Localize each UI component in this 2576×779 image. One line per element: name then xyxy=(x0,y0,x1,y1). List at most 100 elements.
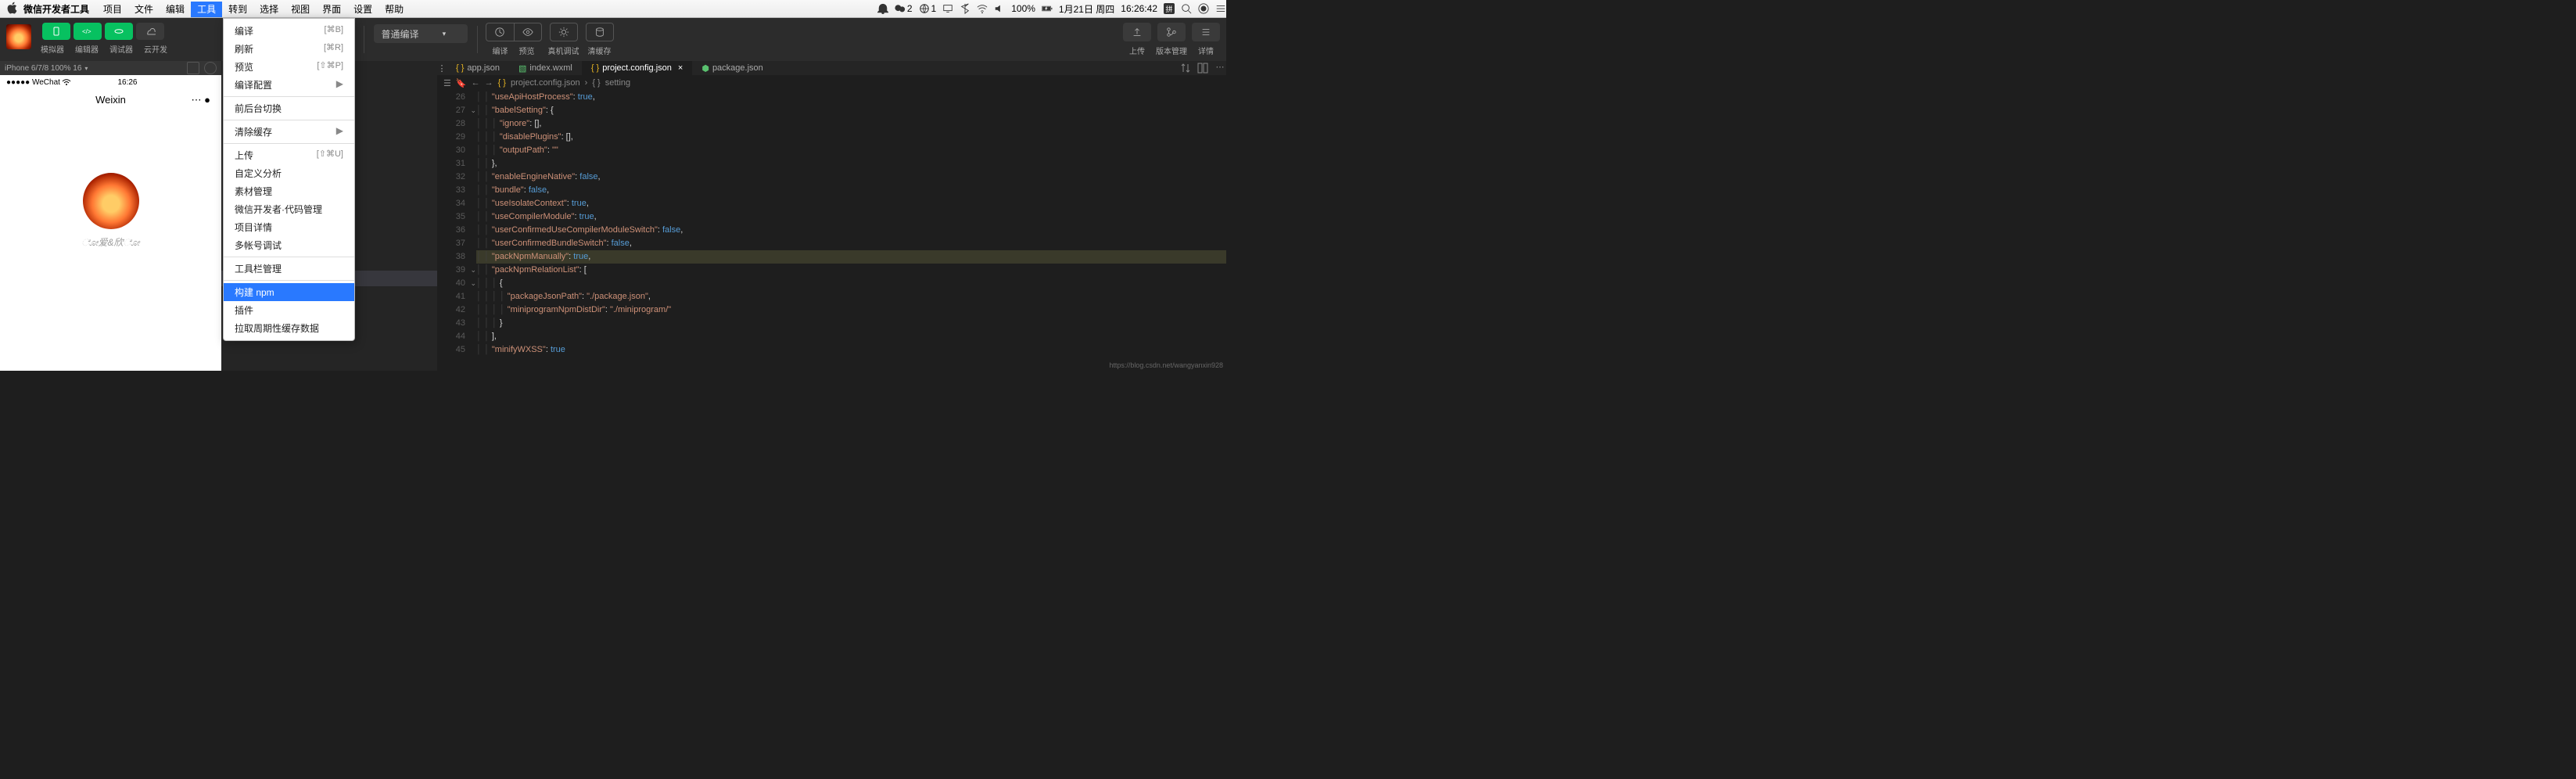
bc-icon-list[interactable]: ☰ xyxy=(443,78,451,88)
code-editor: ⋮ { }app.json ▧index.wxml { }project.con… xyxy=(437,61,1226,371)
menu-视图[interactable]: 视图 xyxy=(285,2,316,17)
menu-item-清除缓存[interactable]: 清除缓存▶ xyxy=(224,123,354,141)
version-button[interactable] xyxy=(1157,23,1186,41)
menu-item-构建 npm[interactable]: 构建 npm xyxy=(224,283,354,301)
device-selector[interactable]: iPhone 6/7/8 100% 16 xyxy=(5,64,81,73)
user-avatar[interactable] xyxy=(6,24,31,49)
clear-cache-button[interactable] xyxy=(586,23,614,41)
compile-button[interactable] xyxy=(486,23,514,41)
simulator-panel: iPhone 6/7/8 100% 16▾ ●●●●● WeChat 16:26… xyxy=(0,61,221,371)
menu-item-刷新[interactable]: 刷新[⌘R] xyxy=(224,40,354,58)
tab-index-wxml[interactable]: ▧index.wxml xyxy=(509,61,582,75)
tagline: ೋ爱&欣ೋ xyxy=(0,235,221,249)
tab-project-config[interactable]: { }project.config.json× xyxy=(582,61,693,75)
sim-tool-icon-2[interactable] xyxy=(204,62,217,74)
menu-item-插件[interactable]: 插件 xyxy=(224,301,354,319)
tab-package-json[interactable]: ⬢package.json xyxy=(692,61,772,75)
notification-bell-icon[interactable] xyxy=(877,3,888,14)
globe-indicator[interactable]: 1 xyxy=(919,3,937,14)
apple-logo-icon[interactable] xyxy=(6,2,19,16)
bc-icon-bookmark[interactable]: 🔖 xyxy=(456,78,467,88)
menu-选择[interactable]: 选择 xyxy=(253,2,285,17)
menu-item-工具栏管理[interactable]: 工具栏管理 xyxy=(224,260,354,278)
clear-cache-label: 清缓存 xyxy=(588,45,612,56)
menu-界面[interactable]: 界面 xyxy=(316,2,347,17)
capsule-button[interactable]: ⋯ ● xyxy=(192,94,210,106)
tools-dropdown: 编译[⌘B]刷新[⌘R]预览[⇧⌘P]编译配置▶ 前后台切换清除缓存▶ 上传[⇧⌘U… xyxy=(223,18,355,341)
menubar: 微信开发者工具 项目文件编辑工具转到选择视图界面设置帮助 2 1 100% 1月… xyxy=(0,0,1226,18)
simulator-toggle[interactable] xyxy=(42,23,70,40)
sim-time: 16:26 xyxy=(117,78,137,87)
menu-转到[interactable]: 转到 xyxy=(222,2,253,17)
menu-item-多帐号调试[interactable]: 多帐号调试 xyxy=(224,236,354,254)
profile-avatar xyxy=(83,173,139,229)
simulator-label: 模拟器 xyxy=(41,43,64,55)
cloud-dev-toggle[interactable] xyxy=(136,23,164,40)
svg-text:</>: </> xyxy=(82,28,91,35)
volume-icon[interactable] xyxy=(994,3,1005,14)
battery-label: 100% xyxy=(1011,3,1035,14)
compare-icon[interactable] xyxy=(1179,62,1192,74)
menu-编辑[interactable]: 编辑 xyxy=(160,2,191,17)
menu-设置[interactable]: 设置 xyxy=(347,2,379,17)
menu-item-前后台切换[interactable]: 前后台切换 xyxy=(224,99,354,117)
tab-menu-icon[interactable]: ⋮ xyxy=(437,63,447,74)
wifi-icon[interactable] xyxy=(977,3,988,14)
crumb-file[interactable]: project.config.json xyxy=(511,78,580,88)
app-name[interactable]: 微信开发者工具 xyxy=(23,2,89,16)
menu-item-预览[interactable]: 预览[⇧⌘P] xyxy=(224,58,354,76)
debugger-label: 调试器 xyxy=(109,43,133,55)
menu-item-编译[interactable]: 编译[⌘B] xyxy=(224,22,354,40)
bluetooth-icon[interactable] xyxy=(960,3,970,14)
menu-item-自定义分析[interactable]: 自定义分析 xyxy=(224,164,354,182)
tab-app-json[interactable]: { }app.json xyxy=(447,61,509,75)
bc-back[interactable]: ← xyxy=(472,78,480,88)
crumb-path[interactable]: setting xyxy=(605,78,630,88)
editor-label: 编辑器 xyxy=(75,43,99,55)
split-icon[interactable] xyxy=(1197,62,1209,74)
upload-label: 上传 xyxy=(1129,45,1145,56)
menu-文件[interactable]: 文件 xyxy=(128,2,160,17)
menu-item-上传[interactable]: 上传[⇧⌘U] xyxy=(224,146,354,164)
menu-list-icon[interactable] xyxy=(1215,3,1226,14)
version-label: 版本管理 xyxy=(1156,45,1187,56)
menu-item-项目详情[interactable]: 项目详情 xyxy=(224,218,354,236)
menu-工具[interactable]: 工具 xyxy=(191,2,222,17)
menu-item-编译配置[interactable]: 编译配置▶ xyxy=(224,76,354,94)
preview-label: 预览 xyxy=(519,45,535,56)
carrier-label: ●●●●● WeChat xyxy=(6,78,60,87)
remote-debug-label: 真机调试 xyxy=(548,45,579,56)
page-title: Weixin xyxy=(95,94,126,106)
cloud-label: 云开发 xyxy=(144,43,167,55)
siri-icon[interactable] xyxy=(1198,3,1209,14)
menu-item-拉取周期性缓存数据[interactable]: 拉取周期性缓存数据 xyxy=(224,319,354,337)
menu-item-微信开发者·代码管理[interactable]: 微信开发者·代码管理 xyxy=(224,200,354,218)
display-icon[interactable] xyxy=(942,3,953,14)
bc-fwd[interactable]: → xyxy=(485,78,493,88)
code-area[interactable]: │ │ "useApiHostProcess": true,│ │ "babel… xyxy=(476,91,1226,371)
close-icon[interactable]: × xyxy=(678,63,683,73)
menu-item-素材管理[interactable]: 素材管理 xyxy=(224,182,354,200)
compile-mode-select[interactable]: 普通编译 xyxy=(374,24,468,43)
sim-tool-icon-1[interactable] xyxy=(187,62,199,74)
time-label[interactable]: 16:26:42 xyxy=(1121,3,1157,14)
compile-label: 编译 xyxy=(493,45,508,56)
battery-icon xyxy=(1042,3,1053,14)
ime-indicator[interactable]: 拼 xyxy=(1164,3,1175,14)
phone-screen: ●●●●● WeChat 16:26 Weixin ⋯ ● ೋ爱&欣ೋ xyxy=(0,75,221,371)
menu-项目[interactable]: 项目 xyxy=(97,2,128,17)
preview-button[interactable] xyxy=(514,23,542,41)
date-label[interactable]: 1月21日 周四 xyxy=(1059,2,1114,16)
upload-button[interactable] xyxy=(1123,23,1151,41)
editor-toggle[interactable]: </> xyxy=(74,23,102,40)
remote-debug-button[interactable] xyxy=(550,23,578,41)
wechat-indicator[interactable]: 2 xyxy=(895,3,913,14)
debugger-toggle[interactable] xyxy=(105,23,133,40)
menu-帮助[interactable]: 帮助 xyxy=(379,2,410,17)
spotlight-icon[interactable] xyxy=(1181,3,1192,14)
details-label: 详情 xyxy=(1198,45,1214,56)
watermark: https://blog.csdn.net/wangyanxin928 xyxy=(1109,361,1223,369)
wifi-icon xyxy=(62,78,71,86)
more-icon[interactable]: ⋯ xyxy=(1214,62,1226,74)
details-button[interactable] xyxy=(1192,23,1220,41)
